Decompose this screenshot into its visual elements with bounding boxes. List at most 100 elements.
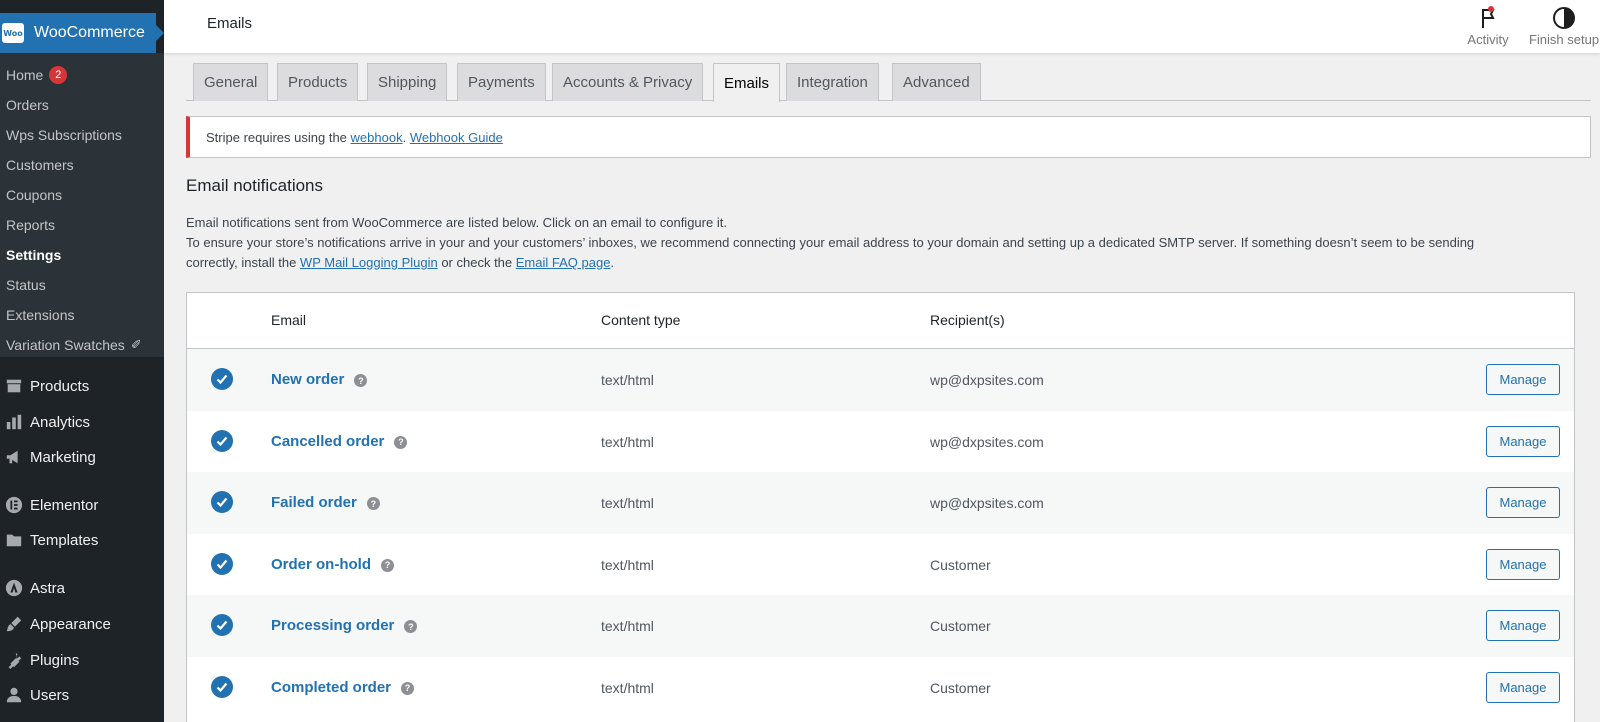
enabled-check-icon <box>211 675 233 698</box>
submenu-item-customers[interactable]: Customers <box>0 150 164 180</box>
submenu-item-extensions[interactable]: Extensions <box>0 300 164 330</box>
sidebar-woocommerce-label: WooCommerce <box>34 24 145 41</box>
enabled-check-icon <box>211 491 233 514</box>
manage-button[interactable]: Manage <box>1486 425 1560 457</box>
recipient-cell: wp@dxpsites.com <box>930 372 1044 388</box>
description-line-1: Email notifications sent from WooCommerc… <box>186 215 727 230</box>
recipient-cell: Customer <box>930 556 991 573</box>
sidebar-item-products[interactable]: Products <box>0 369 164 403</box>
enabled-check-icon <box>211 429 233 452</box>
enabled-check-icon <box>211 614 233 637</box>
submenu-item-coupons[interactable]: Coupons <box>0 180 164 210</box>
elementor-icon <box>0 496 30 514</box>
sidebar-item-plugins[interactable]: Plugins <box>0 643 164 677</box>
tab-products[interactable]: Products <box>277 63 359 101</box>
sidebar-item-templates[interactable]: Templates <box>0 523 164 557</box>
content-type-cell: text/html <box>601 556 654 573</box>
bar-chart-icon <box>0 413 30 431</box>
help-icon[interactable]: ? <box>401 681 415 695</box>
email-name-link[interactable]: Processing order? <box>271 617 418 634</box>
email-name-link[interactable]: Completed order? <box>271 679 415 696</box>
email-notifications-heading: Email notifications <box>186 176 324 195</box>
tab-shipping[interactable]: Shipping <box>367 63 448 101</box>
tab-advanced[interactable]: Advanced <box>892 63 981 101</box>
submenu-item-status[interactable]: Status <box>0 270 164 300</box>
webhook-guide-link[interactable]: Webhook Guide <box>410 130 503 145</box>
manage-button[interactable]: Manage <box>1486 364 1560 395</box>
archive-icon <box>0 377 30 395</box>
enabled-check-icon <box>211 552 233 575</box>
sidebar-item-astra[interactable]: Astra <box>0 571 164 605</box>
wp-mail-logging-plugin-link[interactable]: WP Mail Logging Plugin <box>300 255 438 270</box>
admin-sidebar: Woo WooCommerce Home 2 Orders Wps Subscr… <box>0 0 164 722</box>
submenu-item-orders[interactable]: Orders <box>0 90 164 120</box>
sidebar-item-appearance[interactable]: Appearance <box>0 607 164 641</box>
table-header: Email Content type Recipient(s) <box>187 293 1574 349</box>
content-type-cell: text/html <box>601 372 654 388</box>
submenu-item-settings[interactable]: Settings <box>0 240 164 270</box>
tab-emails[interactable]: Emails <box>713 63 781 102</box>
home-update-badge: 2 <box>49 66 68 84</box>
sidebar-item-users[interactable]: Users <box>0 678 164 712</box>
folder-icon <box>0 531 30 549</box>
table-row: Completed order? text/html Customer Manage <box>187 657 1574 719</box>
table-row: New order? text/html wp@dxpsites.com Manage <box>187 349 1574 411</box>
activity-button[interactable]: Activity <box>1458 0 1518 53</box>
column-header-email: Email <box>271 312 307 328</box>
recipient-cell: wp@dxpsites.com <box>930 433 1044 450</box>
email-name-link[interactable]: Order on-hold? <box>271 556 394 573</box>
help-icon[interactable]: ? <box>404 620 418 634</box>
content-type-cell: text/html <box>601 679 654 696</box>
sidebar-item-elementor[interactable]: Elementor <box>0 488 164 522</box>
table-body: New order? text/html wp@dxpsites.com Manage… <box>187 349 1574 719</box>
activity-label: Activity <box>1467 32 1509 47</box>
email-name-link[interactable]: New order? <box>271 371 368 388</box>
plug-icon <box>0 651 30 669</box>
swatch-icon: ✐ <box>130 337 142 352</box>
help-icon[interactable]: ? <box>381 558 394 572</box>
tab-payments[interactable]: Payments <box>457 63 546 101</box>
table-row: Failed order? text/html wp@dxpsites.com Man… <box>187 472 1574 534</box>
tab-accounts-privacy[interactable]: Accounts & Privacy <box>552 63 704 101</box>
submenu-item-home[interactable]: Home 2 <box>0 60 164 90</box>
submenu-item-reports[interactable]: Reports <box>0 210 164 240</box>
email-name-link[interactable]: Failed order? <box>271 494 380 511</box>
content-type-cell: text/html <box>601 433 654 450</box>
manage-button[interactable]: Manage <box>1486 548 1560 580</box>
webhook-link[interactable]: webhook <box>351 130 403 145</box>
sidebar-item-marketing[interactable]: Marketing <box>0 440 164 474</box>
recipient-cell: Customer <box>930 618 991 635</box>
half-circle-progress-icon <box>1553 7 1575 29</box>
astra-icon <box>0 579 30 597</box>
paintbrush-icon <box>0 615 30 633</box>
enabled-check-icon <box>211 368 233 390</box>
page-title: Emails <box>207 15 253 32</box>
sidebar-item-analytics[interactable]: Analytics <box>0 405 164 439</box>
top-header-bar: Emails Activity Finish setup <box>164 0 1600 53</box>
email-notifications-table: Email Content type Recipient(s) New orde… <box>186 292 1575 722</box>
finish-setup-button[interactable]: Finish setup <box>1528 0 1600 53</box>
email-faq-page-link[interactable]: Email FAQ page <box>516 255 611 270</box>
help-icon[interactable]: ? <box>394 435 408 449</box>
manage-button[interactable]: Manage <box>1486 671 1560 703</box>
user-icon <box>0 686 30 704</box>
help-icon[interactable]: ? <box>354 374 368 387</box>
content-type-cell: text/html <box>601 495 654 512</box>
woocommerce-submenu: Home 2 Orders Wps Subscriptions Customer… <box>0 53 164 357</box>
submenu-item-wps-subscriptions[interactable]: Wps Subscriptions <box>0 120 164 150</box>
description-line-3: correctly, install the WP Mail Logging P… <box>186 255 615 270</box>
content-type-cell: text/html <box>601 618 654 635</box>
manage-button[interactable]: Manage <box>1486 610 1560 642</box>
finish-setup-label: Finish setup <box>1528 32 1600 47</box>
tab-integration[interactable]: Integration <box>786 63 879 101</box>
table-row: Order on-hold? text/html Customer Manage <box>187 534 1574 596</box>
manage-button[interactable]: Manage <box>1486 487 1560 519</box>
help-icon[interactable]: ? <box>366 497 380 511</box>
sidebar-woocommerce-menu[interactable]: Woo WooCommerce <box>0 13 164 53</box>
woocommerce-logo-icon: Woo <box>2 23 24 43</box>
tab-general[interactable]: General <box>193 63 269 101</box>
table-row: Cancelled order? text/html wp@dxpsites.com… <box>187 411 1574 473</box>
description-line-2: To ensure your store’s notifications arr… <box>186 235 1475 250</box>
submenu-item-variation-swatches[interactable]: Variation Swatches ✐ <box>0 330 164 360</box>
email-name-link[interactable]: Cancelled order? <box>271 433 408 450</box>
